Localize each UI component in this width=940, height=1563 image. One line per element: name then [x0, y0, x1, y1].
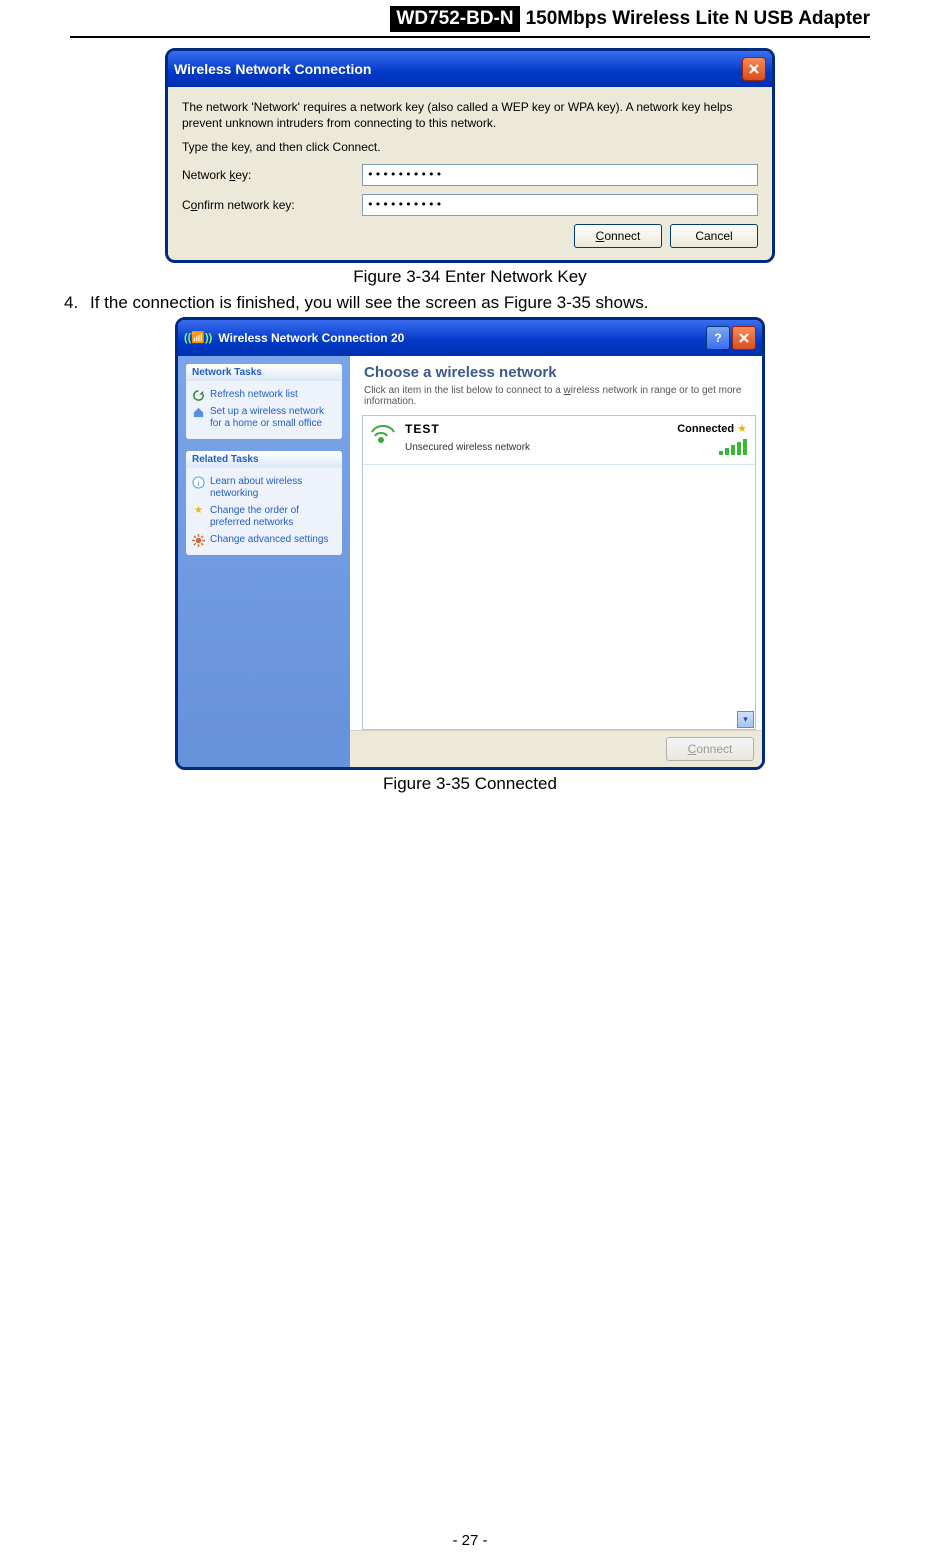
choose-network-sub: Click an item in the list below to conne… — [364, 385, 752, 407]
network-item-test[interactable]: TEST Unsecured wireless network Connecte… — [363, 416, 755, 465]
star-icon: ★ — [192, 505, 205, 518]
signal-strength-icon — [677, 439, 747, 458]
refresh-icon — [192, 389, 205, 402]
star-icon: ★ — [737, 423, 747, 435]
help-icon[interactable]: ? — [706, 326, 730, 350]
step-4-text: If the connection is finished, you will … — [90, 293, 870, 313]
dialog-connected: ((📶)) Wireless Network Connection 20 ? N… — [175, 317, 765, 770]
signal-icon — [371, 422, 397, 450]
step-4-num: 4. — [64, 293, 90, 313]
network-name: TEST — [405, 422, 669, 436]
connect-button-disabled: Connect — [666, 737, 754, 761]
wireless-icon: ((📶)) — [184, 331, 212, 344]
network-key-label: Network key: — [182, 168, 362, 182]
related-tasks-head: Related Tasks — [186, 451, 342, 468]
close-icon[interactable] — [732, 326, 756, 350]
change-order-link[interactable]: ★ Change the order of preferred networks — [192, 505, 336, 530]
confirm-key-input[interactable]: •••••••••• — [362, 194, 758, 216]
network-key-input[interactable]: •••••••••• — [362, 164, 758, 186]
learn-wireless-link[interactable]: i Learn about wireless networking — [192, 476, 336, 501]
main-content: Choose a wireless network Click an item … — [350, 356, 762, 767]
connect-button[interactable]: Connect — [574, 224, 662, 248]
network-list[interactable]: TEST Unsecured wireless network Connecte… — [362, 415, 756, 730]
chevron-down-icon[interactable]: ▾ — [737, 711, 754, 728]
page-number: - 27 - — [0, 1532, 940, 1549]
step-4: 4. If the connection is finished, you wi… — [70, 293, 870, 313]
info-icon: i — [192, 476, 205, 489]
setup-wireless-link[interactable]: Set up a wireless network for a home or … — [192, 406, 336, 431]
doc-header: WD752-BD-N 150Mbps Wireless Lite N USB A… — [0, 0, 940, 36]
gear-icon — [192, 534, 205, 547]
home-icon — [192, 406, 205, 419]
figure-caption-2: Figure 3-35 Connected — [70, 774, 870, 794]
dialog-enter-key: Wireless Network Connection The network … — [165, 48, 775, 263]
dialog1-text2: Type the key, and then click Connect. — [182, 139, 758, 155]
network-tasks-group: Network Tasks Refresh network list — [186, 364, 342, 439]
cancel-button[interactable]: Cancel — [670, 224, 758, 248]
dialog2-titlebar[interactable]: ((📶)) Wireless Network Connection 20 ? — [178, 320, 762, 356]
header-desc: 150Mbps Wireless Lite N USB Adapter — [526, 8, 870, 30]
network-desc: Unsecured wireless network — [405, 442, 669, 453]
network-status: Connected — [677, 423, 734, 435]
dialog1-title: Wireless Network Connection — [174, 61, 371, 77]
refresh-network-list-link[interactable]: Refresh network list — [192, 389, 336, 402]
confirm-key-label: Confirm network key: — [182, 198, 362, 212]
dialog1-titlebar[interactable]: Wireless Network Connection — [168, 51, 772, 87]
sidebar: Network Tasks Refresh network list — [178, 356, 350, 767]
close-icon[interactable] — [742, 57, 766, 81]
dialog1-text1: The network 'Network' requires a network… — [182, 99, 758, 131]
header-code: WD752-BD-N — [390, 6, 519, 32]
dialog2-title: Wireless Network Connection 20 — [218, 331, 404, 345]
network-tasks-head: Network Tasks — [186, 364, 342, 381]
figure-caption-1: Figure 3-34 Enter Network Key — [70, 267, 870, 287]
choose-network-heading: Choose a wireless network — [364, 364, 752, 381]
change-advanced-link[interactable]: Change advanced settings — [192, 534, 336, 547]
related-tasks-group: Related Tasks i Learn about wireless net… — [186, 451, 342, 555]
